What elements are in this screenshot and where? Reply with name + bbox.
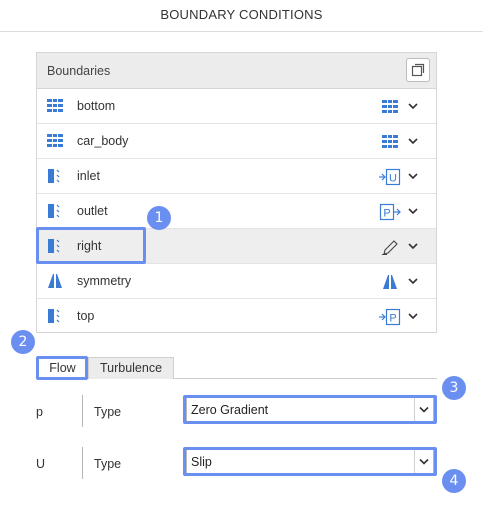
boundary-row-inlet[interactable]: inlet U: [37, 159, 436, 194]
callout-3: 3: [442, 376, 466, 400]
chevron-down-icon[interactable]: [407, 205, 419, 217]
wall-type-icon: [382, 135, 398, 149]
variable-label: U: [36, 457, 46, 471]
highlight-flow-tab: [36, 356, 88, 380]
copy-icon: [411, 63, 425, 77]
svg-text:P: P: [389, 313, 396, 325]
chevron-down-icon[interactable]: [407, 100, 419, 112]
svg-text:U: U: [389, 173, 397, 185]
copy-button[interactable]: [406, 58, 430, 82]
chevron-down-icon[interactable]: [407, 240, 419, 252]
wall-type-icon: [382, 100, 398, 114]
patch-icon: [48, 309, 60, 323]
svg-text:P: P: [383, 208, 390, 220]
patch-icon: [48, 169, 60, 183]
boundary-label: car_body: [77, 134, 129, 148]
callout-2: 2: [11, 330, 35, 354]
highlight-p-select: [183, 395, 437, 424]
highlight-u-select: [183, 447, 437, 476]
variable-label: p: [36, 405, 43, 419]
boundaries-header: Boundaries: [37, 53, 436, 89]
tab-turbulence[interactable]: Turbulence: [88, 357, 174, 379]
boundary-row-top[interactable]: top P: [37, 299, 436, 334]
panel-title: BOUNDARY CONDITIONS: [160, 7, 323, 22]
type-label: Type: [94, 405, 122, 419]
pencil-icon[interactable]: [379, 238, 401, 256]
boundaries-title: Boundaries: [47, 64, 111, 78]
highlight-right-row: [36, 227, 146, 264]
boundary-row-outlet[interactable]: outlet P: [37, 194, 436, 229]
chevron-down-icon[interactable]: [407, 170, 419, 182]
wall-icon: [47, 99, 63, 113]
boundary-label: outlet: [77, 204, 108, 218]
type-label: Type: [94, 457, 122, 471]
boundary-label: top: [77, 309, 95, 323]
chevron-down-icon[interactable]: [407, 275, 419, 287]
wall-icon: [47, 134, 63, 148]
boundaries-panel: Boundaries bottom car_body inlet U outle…: [36, 52, 437, 333]
boundary-row-symmetry[interactable]: symmetry: [37, 264, 436, 299]
boundary-label: symmetry: [77, 274, 132, 288]
patch-icon: [48, 204, 60, 218]
header-divider: [0, 31, 483, 32]
chevron-down-icon[interactable]: [407, 310, 419, 322]
boundary-row-car-body[interactable]: car_body: [37, 124, 436, 159]
boundary-row-bottom[interactable]: bottom: [37, 89, 436, 124]
symmetry-icon: [48, 274, 62, 288]
boundary-label: bottom: [77, 99, 116, 113]
boundary-label: inlet: [77, 169, 100, 183]
callout-1: 1: [147, 206, 171, 230]
field-divider: [82, 447, 83, 479]
velocity-inlet-icon: U: [379, 168, 401, 186]
callout-4: 4: [442, 469, 466, 493]
symmetry-type-icon: [383, 275, 397, 289]
field-divider: [82, 395, 83, 427]
pressure-outlet-icon: P: [379, 203, 401, 221]
chevron-down-icon[interactable]: [407, 135, 419, 147]
pressure-inlet-icon: P: [379, 308, 401, 326]
